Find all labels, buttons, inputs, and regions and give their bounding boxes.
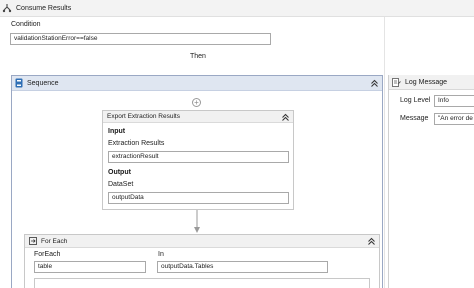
- in-label: In: [158, 251, 164, 258]
- log-message-header[interactable]: Log Message: [389, 75, 474, 90]
- log-level-label: Log Level: [400, 97, 431, 104]
- log-level-select[interactable]: Info: [434, 95, 474, 107]
- add-activity-icon[interactable]: +: [192, 98, 201, 107]
- export-extraction-header[interactable]: Export Extraction Results: [103, 111, 293, 123]
- foreach-header[interactable]: For Each: [25, 235, 379, 248]
- if-condition-icon: [2, 4, 12, 13]
- log-message-title: Log Message: [405, 78, 448, 86]
- sequence-title: Sequence: [27, 79, 59, 87]
- sequence-container[interactable]: Sequence + Export Extraction Results Inp…: [11, 75, 383, 288]
- dataset-label: DataSet: [108, 181, 134, 188]
- sequence-header[interactable]: Sequence: [12, 76, 382, 91]
- input-section-header: Input: [108, 128, 126, 135]
- export-extraction-activity[interactable]: Export Extraction Results Input Extracti…: [102, 110, 294, 210]
- collapse-icon[interactable]: [367, 237, 376, 246]
- foreach-title: For Each: [41, 237, 68, 245]
- sequence-icon: [15, 78, 23, 88]
- collapse-icon[interactable]: [370, 79, 379, 88]
- log-message-icon: [392, 77, 401, 87]
- output-section-header: Output: [108, 169, 131, 176]
- foreach-activity[interactable]: For Each ForEach table In outputData.Tab…: [24, 234, 380, 288]
- foreach-label: ForEach: [34, 251, 61, 258]
- foreach-icon: [29, 237, 37, 245]
- then-else-divider: [384, 17, 385, 288]
- log-level-value: Info: [438, 97, 449, 104]
- dataset-input[interactable]: outputData: [108, 192, 289, 204]
- foreach-item-input[interactable]: table: [34, 261, 146, 273]
- export-extraction-title: Export Extraction Results: [107, 113, 180, 120]
- extraction-results-input[interactable]: extractionResult: [108, 151, 289, 163]
- condition-label: Condition: [11, 21, 41, 28]
- message-label: Message: [400, 115, 429, 122]
- flow-connector-arrow: [194, 210, 200, 233]
- foreach-body-dropzone[interactable]: [34, 278, 370, 288]
- then-label: Then: [190, 53, 206, 60]
- collapse-icon[interactable]: [281, 113, 290, 122]
- log-message-activity[interactable]: Log Message Log Level Info Message "An e…: [388, 75, 474, 288]
- condition-input[interactable]: validationStationError==false: [10, 33, 271, 45]
- extraction-results-label: Extraction Results: [108, 140, 165, 147]
- activity-titlebar: Consume Results: [0, 0, 474, 17]
- activity-title: Consume Results: [16, 4, 72, 12]
- message-input[interactable]: "An error de: [434, 113, 474, 125]
- in-collection-input[interactable]: outputData.Tables: [157, 261, 328, 273]
